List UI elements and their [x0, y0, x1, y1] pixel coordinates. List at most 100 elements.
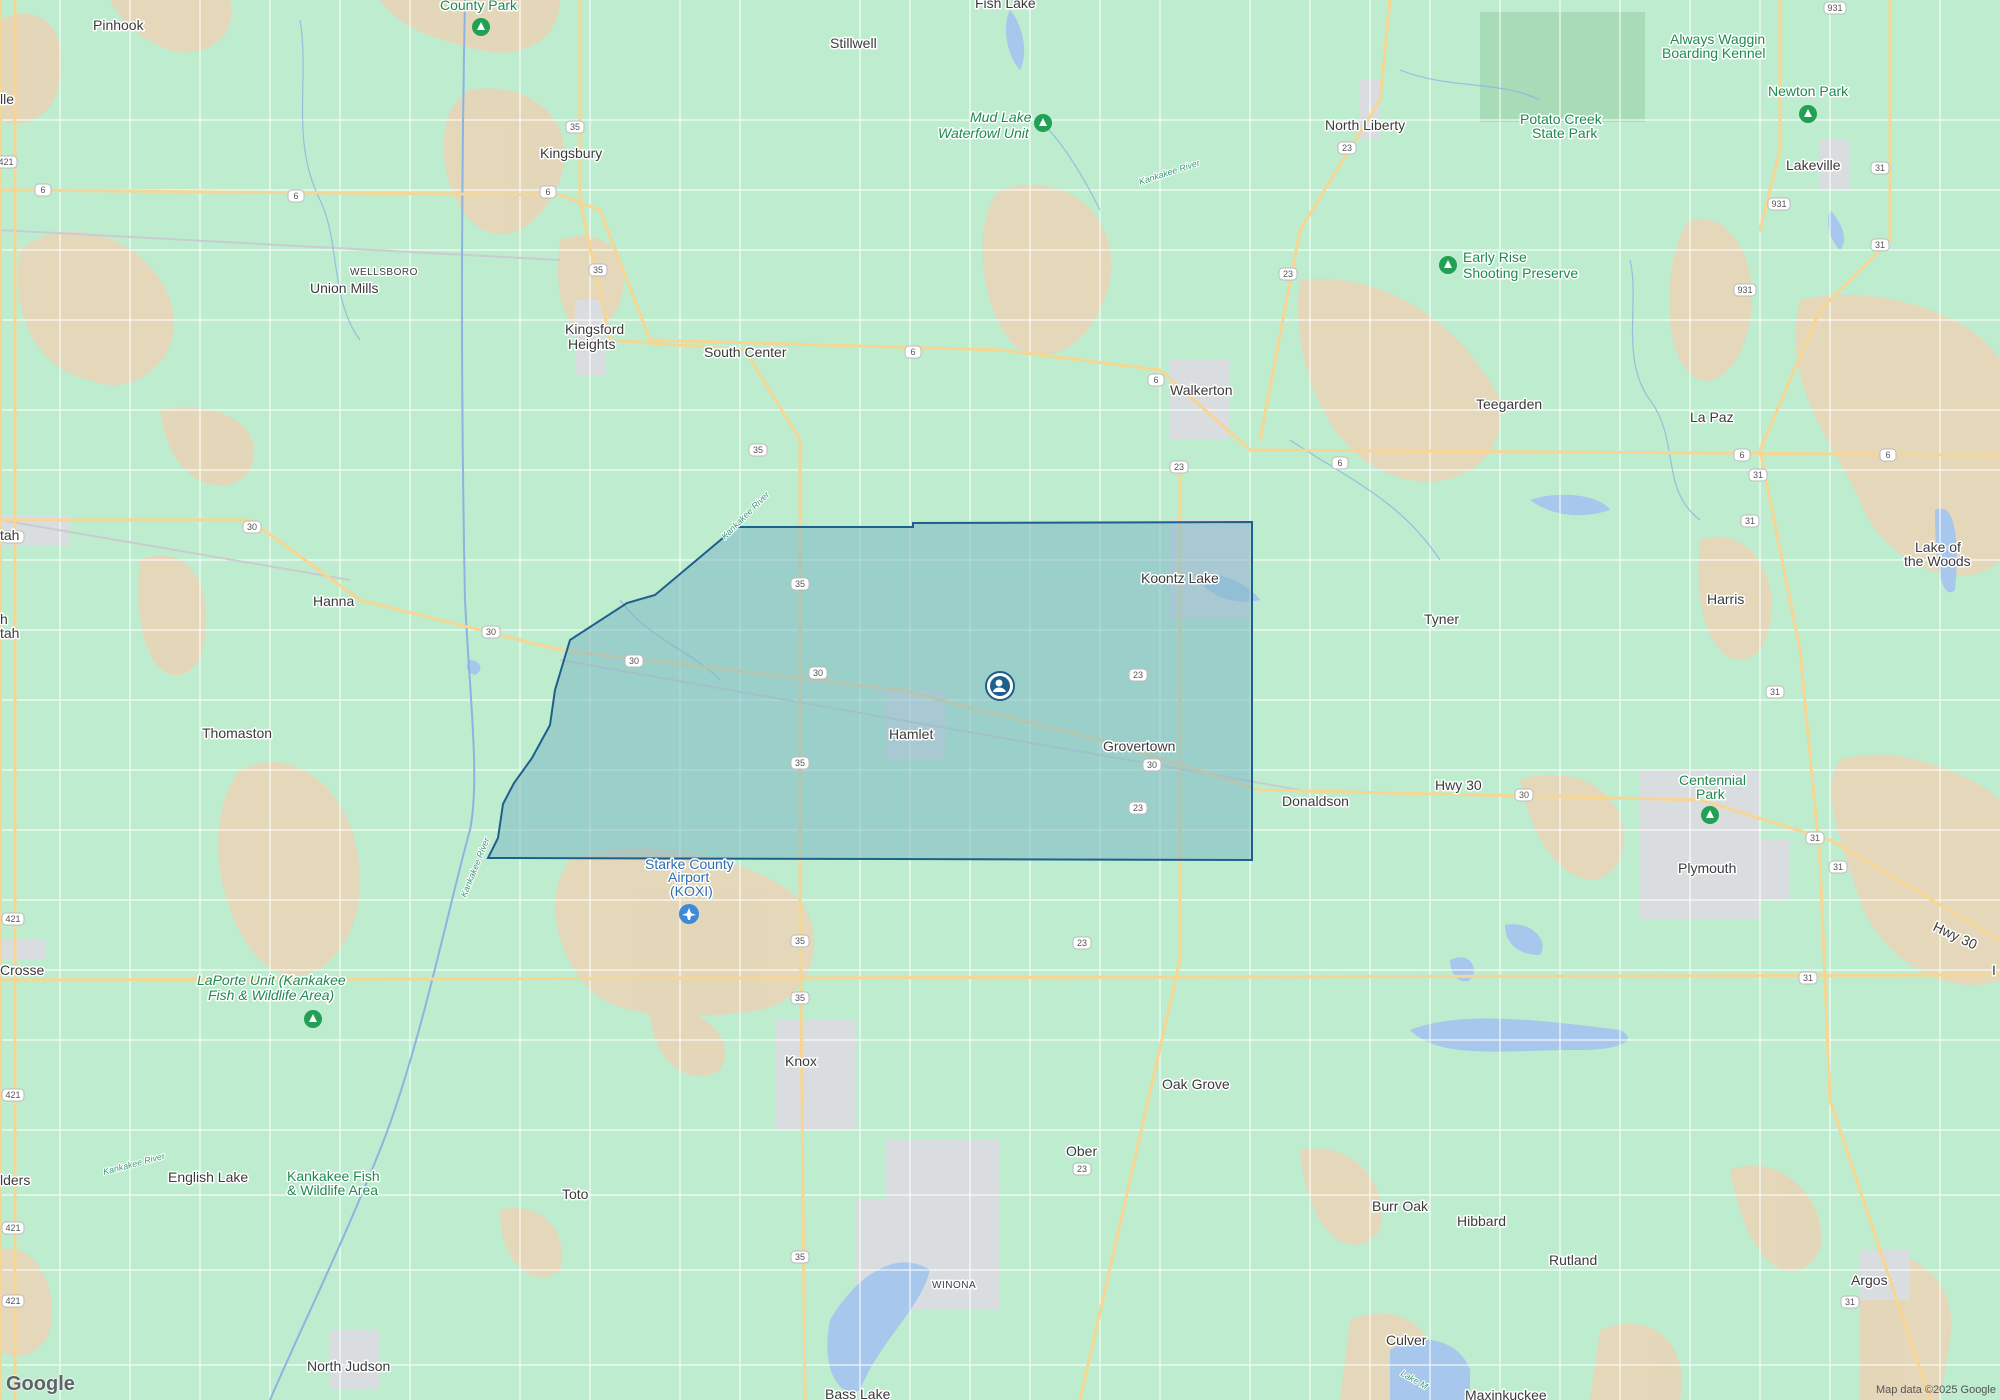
location-marker[interactable] [985, 671, 1015, 701]
label-airport-code: (KOXI) [670, 883, 713, 899]
label-hwy30: Hwy 30 [1435, 777, 1482, 793]
svg-text:23: 23 [1077, 938, 1087, 948]
label-burr-oak: Burr Oak [1372, 1198, 1429, 1214]
label-newton-park: Newton Park [1768, 83, 1849, 99]
map-credit[interactable]: Map data ©2025 Google [1876, 1384, 1996, 1396]
label-walkerton: Walkerton [1170, 382, 1233, 398]
label-potato-creek-park: State Park [1532, 125, 1598, 141]
label-maxinkuckee: Maxinkuckee [1465, 1387, 1547, 1400]
label-ober: Ober [1066, 1143, 1097, 1159]
label-north-judson: North Judson [307, 1358, 390, 1374]
label-lakeville: Lakeville [1786, 157, 1841, 173]
label-hanna: Hanna [313, 593, 354, 609]
svg-text:6: 6 [40, 185, 45, 195]
label-tyner: Tyner [1424, 611, 1459, 627]
svg-text:31: 31 [1810, 833, 1820, 843]
label-westville: lle [0, 91, 14, 107]
label-pinhook: Pinhook [93, 17, 145, 33]
label-winona: WINONA [932, 1280, 976, 1291]
label-kankakee-wildlife: & Wildlife Area [287, 1182, 378, 1198]
svg-text:6: 6 [545, 187, 550, 197]
label-wanatah-3: tah [0, 625, 19, 641]
svg-text:35: 35 [795, 1252, 805, 1262]
label-rutland: Rutland [1549, 1252, 1597, 1268]
svg-text:23: 23 [1342, 143, 1352, 153]
label-mud-lake-unit: Waterfowl Unit [938, 125, 1030, 141]
svg-text:6: 6 [1739, 450, 1744, 460]
label-bass-lake: Bass Lake [825, 1386, 891, 1400]
label-la-crosse: Crosse [0, 962, 45, 978]
svg-text:30: 30 [486, 627, 496, 637]
svg-text:35: 35 [753, 445, 763, 455]
label-north-liberty: North Liberty [1325, 117, 1405, 133]
svg-text:421: 421 [5, 1090, 20, 1100]
svg-text:31: 31 [1833, 862, 1843, 872]
svg-text:421: 421 [5, 1223, 20, 1233]
park-pin-icon [1034, 114, 1052, 132]
label-wanders: lders [0, 1172, 30, 1188]
label-county-park: County Park [440, 0, 518, 13]
svg-text:421: 421 [5, 914, 20, 924]
svg-text:35: 35 [795, 993, 805, 1003]
park-pin-icon [472, 18, 490, 36]
label-thomaston: Thomaston [202, 725, 272, 741]
park-pin-icon [1799, 105, 1817, 123]
label-harris: Harris [1707, 591, 1744, 607]
svg-text:30: 30 [247, 522, 257, 532]
label-hibbard: Hibbard [1457, 1213, 1506, 1229]
label-shooting-preserve: Shooting Preserve [1463, 265, 1578, 281]
svg-text:6: 6 [910, 347, 915, 357]
svg-text:23: 23 [1283, 269, 1293, 279]
park-pin-icon [304, 1010, 322, 1028]
label-kingsford-heights: Heights [568, 336, 615, 352]
svg-text:6: 6 [1885, 450, 1890, 460]
google-logo[interactable]: Google [6, 1373, 75, 1396]
label-argos: Argos [1851, 1272, 1888, 1288]
park-pin-icon [1701, 806, 1719, 824]
label-laporte-unit-2: Fish & Wildlife Area) [208, 987, 334, 1003]
svg-text:23: 23 [1133, 670, 1143, 680]
svg-text:931: 931 [1771, 199, 1786, 209]
label-knox: Knox [785, 1053, 817, 1069]
svg-text:30: 30 [813, 668, 823, 678]
map-canvas[interactable]: 6 6 6 6 6 6 6 6 35 35 35 35 35 35 35 35 … [0, 0, 2000, 1400]
label-stillwell: Stillwell [830, 35, 877, 51]
label-right-edge: I [1992, 962, 1996, 978]
svg-text:931: 931 [1827, 3, 1842, 13]
svg-text:35: 35 [795, 936, 805, 946]
svg-text:31: 31 [1770, 687, 1780, 697]
svg-text:31: 31 [1745, 516, 1755, 526]
label-union-mills: Union Mills [310, 280, 378, 296]
svg-text:931: 931 [1737, 285, 1752, 295]
label-grovertown: Grovertown [1103, 738, 1175, 754]
label-toto: Toto [562, 1186, 589, 1202]
svg-text:35: 35 [795, 758, 805, 768]
label-donaldson: Donaldson [1282, 793, 1349, 809]
label-plymouth: Plymouth [1678, 860, 1736, 876]
label-early-rise: Early Rise [1463, 249, 1527, 265]
svg-text:31: 31 [1875, 240, 1885, 250]
svg-text:30: 30 [1519, 790, 1529, 800]
label-english-lake: English Lake [168, 1169, 248, 1185]
svg-text:35: 35 [593, 265, 603, 275]
svg-text:35: 35 [570, 122, 580, 132]
svg-text:23: 23 [1174, 462, 1184, 472]
label-south-center: South Center [704, 344, 787, 360]
label-the-woods: the Woods [1904, 553, 1971, 569]
svg-text:421: 421 [5, 1296, 20, 1306]
label-la-paz: La Paz [1690, 409, 1734, 425]
park-pin-icon [1439, 256, 1457, 274]
label-hamlet: Hamlet [889, 726, 933, 742]
svg-text:6: 6 [293, 191, 298, 201]
svg-text:421: 421 [0, 157, 14, 167]
svg-text:31: 31 [1753, 470, 1763, 480]
label-teegarden: Teegarden [1476, 396, 1542, 412]
label-wanatah: tah [0, 527, 19, 543]
airport-pin-icon[interactable] [679, 904, 699, 924]
label-boarding-kennel: Boarding Kennel [1662, 45, 1766, 61]
label-mud-lake: Mud Lake [970, 109, 1032, 125]
svg-text:23: 23 [1133, 803, 1143, 813]
svg-text:30: 30 [629, 656, 639, 666]
label-koontz-lake: Koontz Lake [1141, 570, 1219, 586]
svg-text:30: 30 [1147, 760, 1157, 770]
